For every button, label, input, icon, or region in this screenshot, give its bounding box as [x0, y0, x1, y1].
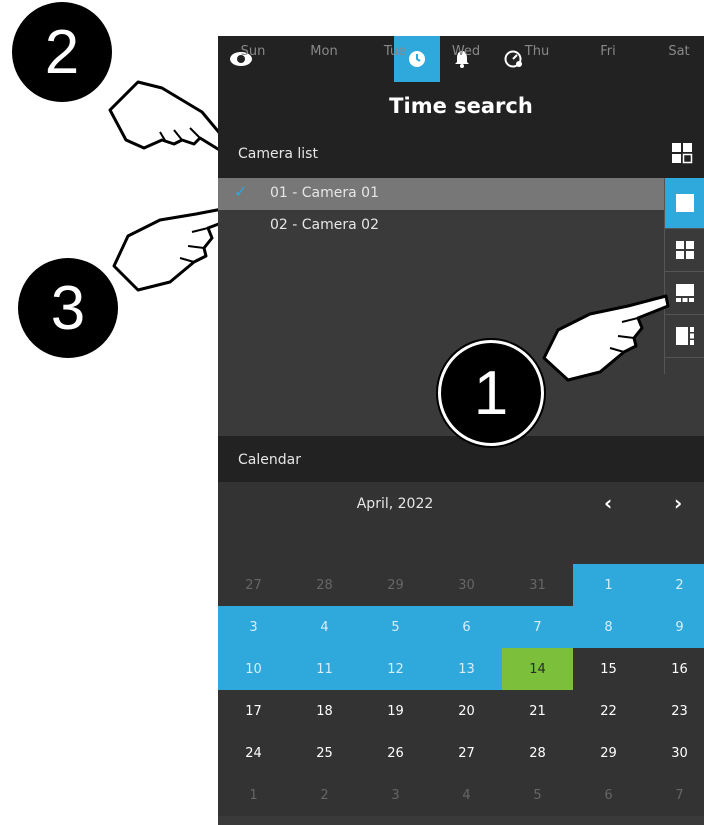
- calendar-label: Calendar: [238, 452, 301, 468]
- live-view-tab[interactable]: [218, 36, 264, 82]
- calendar-day[interactable]: 30: [644, 732, 704, 774]
- camera-item-02[interactable]: 02 - Camera 02: [218, 210, 664, 242]
- calendar-day[interactable]: 14: [502, 648, 573, 690]
- weekday-label: Wed: [451, 44, 481, 59]
- calendar-day[interactable]: 29: [360, 564, 431, 606]
- month-title: April, 2022: [356, 496, 434, 512]
- weekday-label: Thu: [524, 44, 550, 59]
- calendar-day[interactable]: 12: [360, 648, 431, 690]
- weekday-label: Sat: [668, 44, 690, 59]
- next-month-button[interactable]: ›: [674, 491, 682, 515]
- calendar-day[interactable]: 8: [573, 606, 644, 648]
- calendar-day[interactable]: 28: [289, 564, 360, 606]
- calendar-day[interactable]: 13: [431, 648, 502, 690]
- calendar-day[interactable]: 7: [644, 774, 704, 816]
- layout-1x1-button[interactable]: [665, 178, 704, 229]
- weekday-label: Fri: [600, 44, 616, 59]
- settings-tab[interactable]: [494, 36, 534, 82]
- calendar-day[interactable]: 29: [573, 732, 644, 774]
- weekday-label: Mon: [310, 44, 338, 59]
- calendar-day[interactable]: 3: [360, 774, 431, 816]
- calendar-day[interactable]: 26: [360, 732, 431, 774]
- pointing-hand-icon: [542, 294, 670, 382]
- calendar-day[interactable]: 10: [218, 648, 289, 690]
- calendar-day[interactable]: 5: [502, 774, 573, 816]
- calendar-day[interactable]: 6: [431, 606, 502, 648]
- time-search-tab[interactable]: [394, 36, 440, 82]
- side-by-side-view-icon: [676, 327, 694, 345]
- calendar-day[interactable]: 23: [644, 690, 704, 732]
- camera-list-label: Camera list: [238, 146, 318, 162]
- calendar-day[interactable]: 6: [573, 774, 644, 816]
- calendar-day[interactable]: 7: [502, 606, 573, 648]
- calendar-day[interactable]: 27: [218, 564, 289, 606]
- calendar-day[interactable]: 25: [289, 732, 360, 774]
- calendar-day[interactable]: 31: [502, 564, 573, 606]
- weekday-label: Sun: [240, 44, 266, 59]
- calendar-day[interactable]: 11: [289, 648, 360, 690]
- calendar-day[interactable]: 27: [431, 732, 502, 774]
- layout-toggle-button[interactable]: [670, 140, 694, 166]
- calendar-day[interactable]: 24: [218, 732, 289, 774]
- calendar-day[interactable]: 19: [360, 690, 431, 732]
- calendar-day[interactable]: 5: [360, 606, 431, 648]
- step-3-badge: 3: [18, 258, 118, 358]
- calendar-day[interactable]: 28: [502, 732, 573, 774]
- calendar-day[interactable]: 20: [431, 690, 502, 732]
- calendar-day[interactable]: 4: [431, 774, 502, 816]
- step-1-badge: 1: [438, 340, 544, 446]
- prev-month-button[interactable]: ‹: [604, 491, 612, 515]
- calendar-day[interactable]: 16: [644, 648, 704, 690]
- calendar-day[interactable]: 22: [573, 690, 644, 732]
- calendar-day[interactable]: 15: [573, 648, 644, 690]
- layout-2x2-button[interactable]: [665, 229, 704, 272]
- calendar-day[interactable]: 4: [289, 606, 360, 648]
- camera-item-01[interactable]: ✓ 01 - Camera 01: [218, 178, 664, 210]
- calendar-day[interactable]: 18: [289, 690, 360, 732]
- camera-name: 02 - Camera 02: [270, 217, 379, 233]
- grid-layout-icon: [672, 143, 693, 164]
- quad-view-icon: [676, 241, 694, 259]
- camera-name: 01 - Camera 01: [270, 185, 379, 201]
- alarm-tab[interactable]: [442, 36, 482, 82]
- one-plus-three-view-icon: [676, 284, 694, 302]
- calendar-day[interactable]: 1: [218, 774, 289, 816]
- weekday-label: Tue: [383, 44, 407, 59]
- page-title: Time search: [389, 94, 533, 118]
- single-view-icon: [676, 194, 694, 212]
- calendar-day[interactable]: 9: [644, 606, 704, 648]
- calendar-day[interactable]: 21: [502, 690, 573, 732]
- check-icon: ✓: [234, 182, 248, 201]
- calendar-day[interactable]: 30: [431, 564, 502, 606]
- calendar-day[interactable]: 2: [644, 564, 704, 606]
- step-2-badge: 2: [12, 2, 112, 102]
- calendar-day[interactable]: 17: [218, 690, 289, 732]
- calendar-day[interactable]: 2: [289, 774, 360, 816]
- calendar-day[interactable]: 1: [573, 564, 644, 606]
- calendar-day[interactable]: 3: [218, 606, 289, 648]
- weekday-header: [218, 530, 704, 564]
